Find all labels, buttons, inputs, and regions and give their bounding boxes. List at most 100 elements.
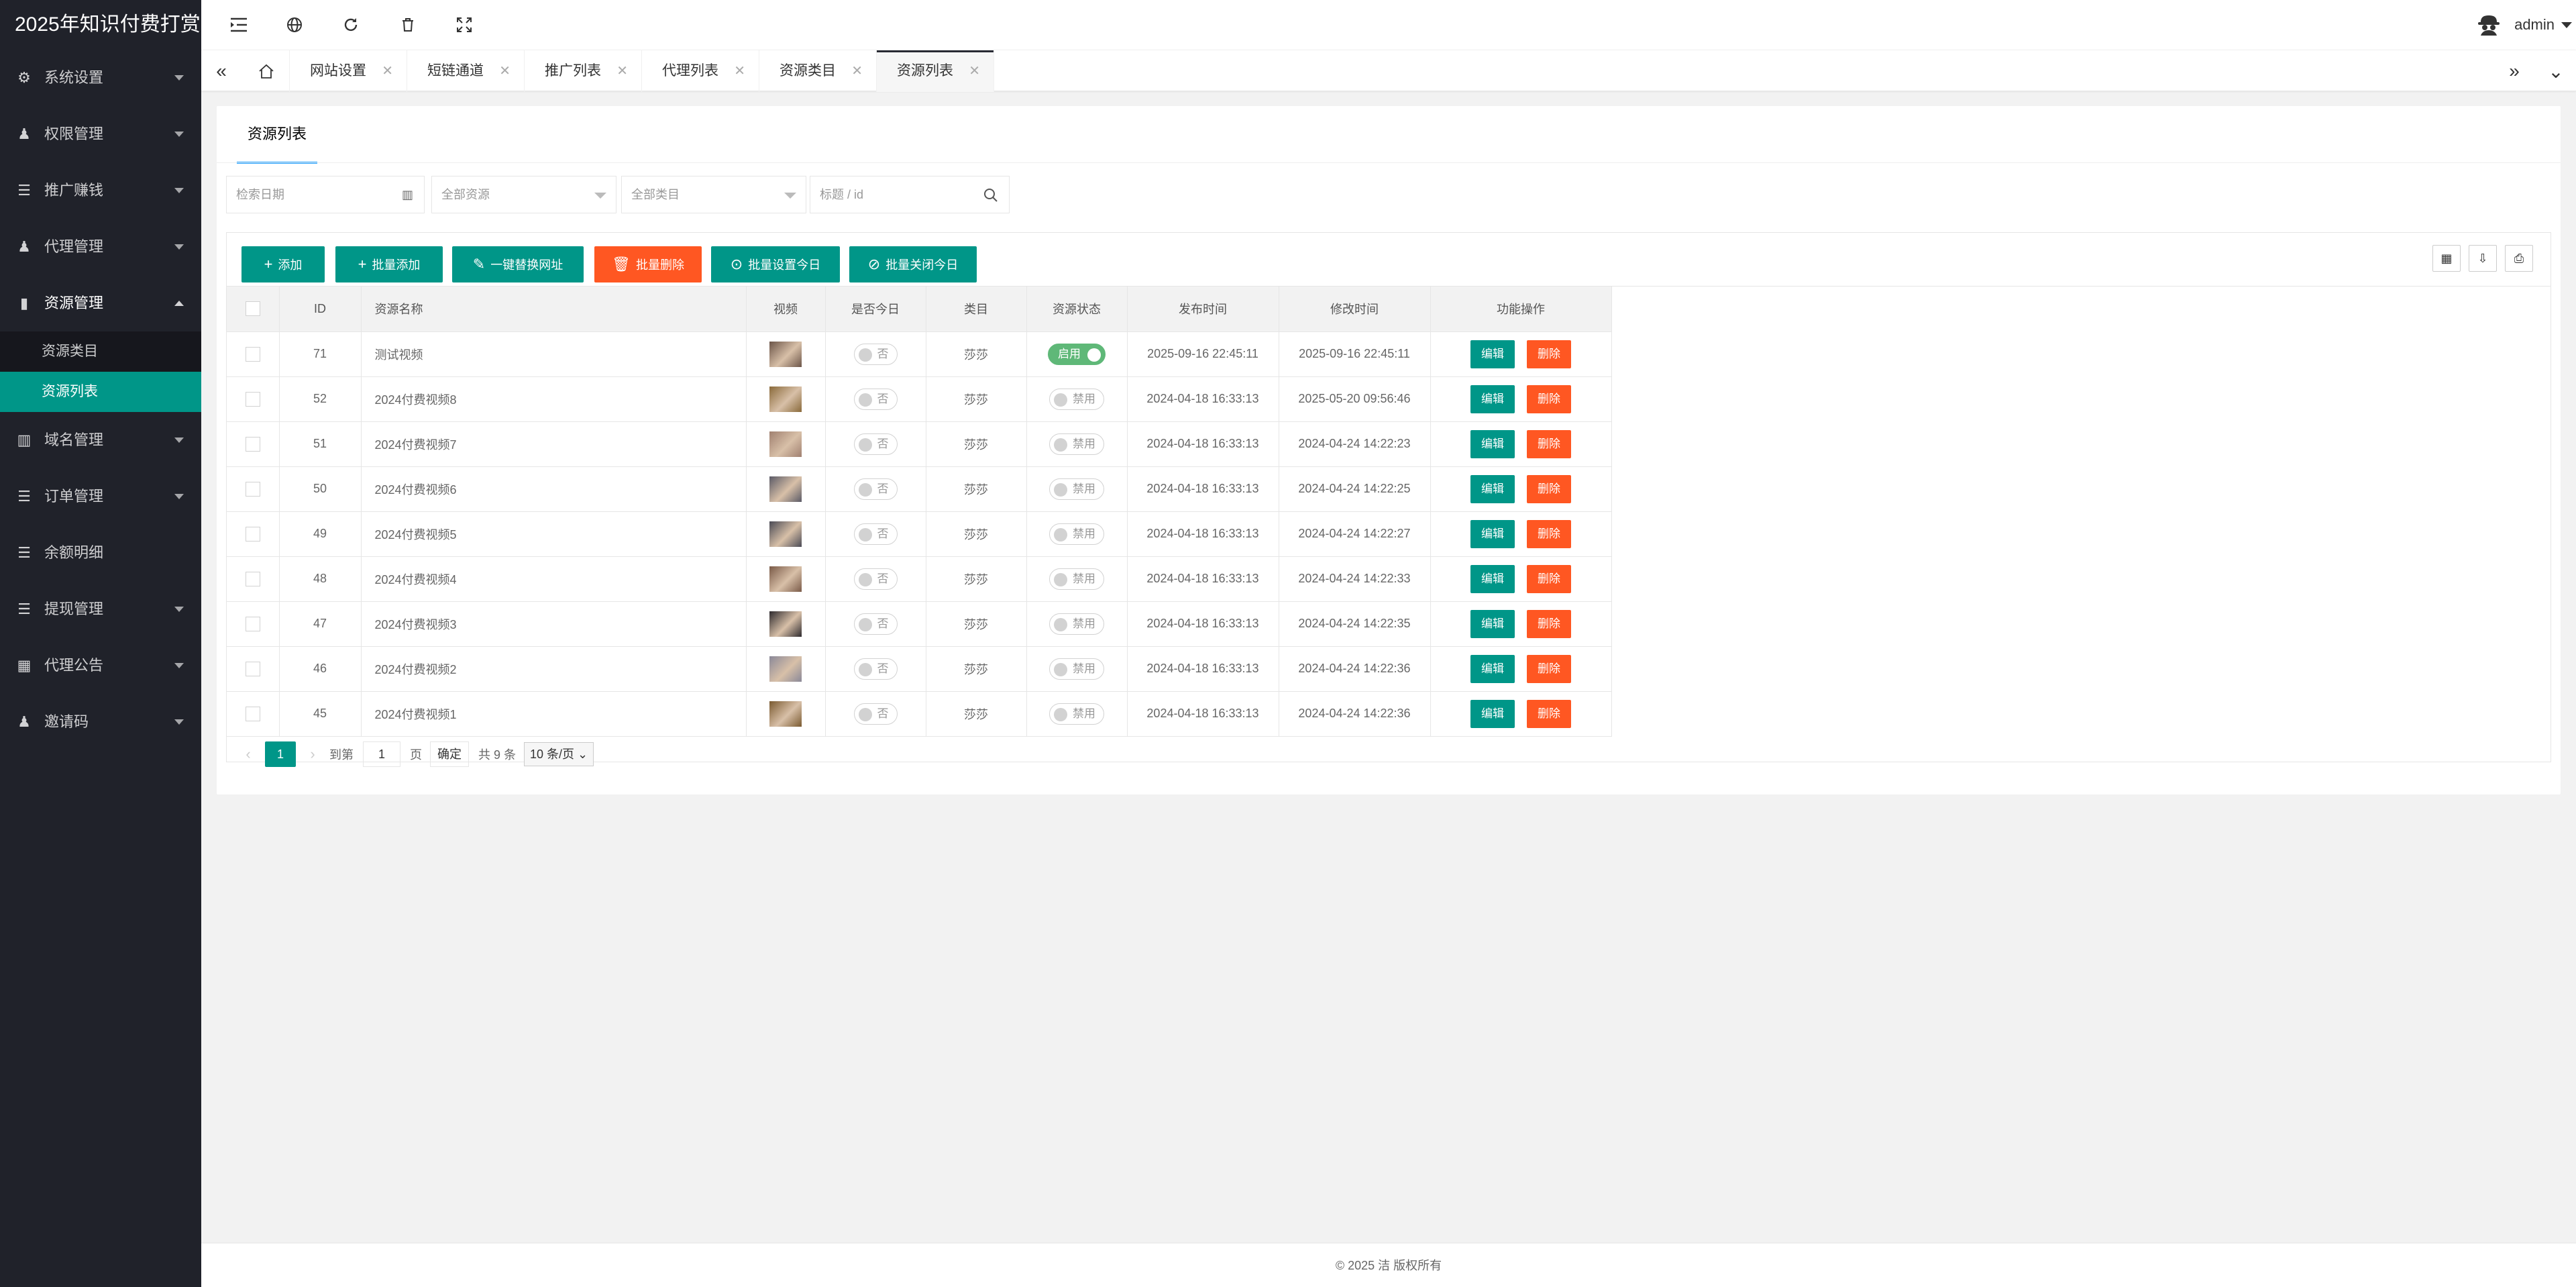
sidebar-item-orders[interactable]: ☰ 订单管理 (0, 468, 201, 525)
video-thumbnail[interactable] (769, 521, 802, 547)
column-header-today[interactable]: 是否今日 (825, 287, 926, 332)
today-toggle[interactable]: 否 (853, 343, 898, 365)
page-number-input[interactable]: 1 (363, 741, 400, 767)
today-toggle[interactable]: 否 (853, 388, 898, 410)
status-toggle[interactable]: 禁用 (1049, 568, 1104, 590)
globe-icon[interactable] (274, 0, 315, 50)
delete-button[interactable]: 删除 (1527, 340, 1571, 368)
delete-button[interactable]: 删除 (1527, 654, 1571, 683)
close-icon[interactable]: ✕ (969, 50, 980, 92)
close-icon[interactable]: ✕ (616, 50, 628, 92)
page-size-select[interactable]: 10 条/页 ⌄ (524, 742, 594, 766)
status-toggle[interactable]: 禁用 (1049, 658, 1104, 680)
sidebar-item-balance[interactable]: ☰ 余额明细 (0, 525, 201, 581)
columns-filter-icon[interactable]: ▦ (2432, 245, 2461, 272)
tabs-scroll-left-icon[interactable]: « (201, 50, 241, 92)
delete-button[interactable]: 删除 (1527, 519, 1571, 548)
video-thumbnail[interactable] (769, 476, 802, 502)
delete-button[interactable]: 删除 (1527, 699, 1571, 728)
confirm-page-button[interactable]: 确定 (430, 741, 469, 767)
status-toggle[interactable]: 禁用 (1049, 703, 1104, 725)
status-toggle[interactable]: 禁用 (1049, 613, 1104, 635)
sidebar-item-resources[interactable]: ▮ 资源管理 (0, 275, 201, 331)
tab-agent-list[interactable]: 代理列表 ✕ (642, 50, 759, 92)
delete-button[interactable]: 删除 (1527, 384, 1571, 413)
video-thumbnail[interactable] (769, 701, 802, 727)
sidebar-item-system-settings[interactable]: ⚙ 系统设置 (0, 50, 201, 106)
row-checkbox[interactable] (245, 661, 260, 676)
edit-button[interactable]: 编辑 (1470, 654, 1515, 683)
select-all-checkbox[interactable] (245, 301, 260, 317)
sidebar-item-promotion[interactable]: ☰ 推广赚钱 (0, 162, 201, 219)
column-header-video[interactable]: 视频 (746, 287, 826, 332)
batch-delete-button[interactable]: 🗑 批量删除 (594, 246, 702, 282)
date-filter-input[interactable]: 检索日期 ▥ (226, 176, 425, 213)
delete-button[interactable]: 删除 (1527, 429, 1571, 458)
today-toggle[interactable]: 否 (853, 613, 898, 635)
row-checkbox[interactable] (245, 391, 260, 407)
category-select[interactable]: 全部类目 (621, 176, 806, 213)
fullscreen-icon[interactable] (444, 0, 484, 50)
user-menu[interactable]: admin (2477, 0, 2572, 50)
status-toggle[interactable]: 禁用 (1049, 478, 1104, 500)
today-toggle[interactable]: 否 (853, 568, 898, 590)
close-icon[interactable]: ✕ (382, 50, 393, 92)
add-button[interactable]: + 添加 (241, 246, 325, 282)
column-header-modify-time[interactable]: 修改时间 (1279, 287, 1431, 332)
video-thumbnail[interactable] (769, 386, 802, 412)
tab-promotion-list[interactable]: 推广列表 ✕ (525, 50, 642, 92)
row-checkbox[interactable] (245, 616, 260, 631)
export-icon[interactable]: ⇩ (2469, 245, 2497, 272)
sidebar-item-agents[interactable]: ♟ 代理管理 (0, 219, 201, 275)
edit-button[interactable]: 编辑 (1470, 609, 1515, 638)
sidebar-item-withdrawals[interactable]: ☰ 提现管理 (0, 581, 201, 637)
today-toggle[interactable]: 否 (853, 658, 898, 680)
sidebar-item-permissions[interactable]: ♟ 权限管理 (0, 106, 201, 162)
print-icon[interactable]: ⎙ (2505, 245, 2533, 272)
close-icon[interactable]: ✕ (851, 50, 863, 92)
close-icon[interactable]: ✕ (734, 50, 745, 92)
edit-button[interactable]: 编辑 (1470, 429, 1515, 458)
tab-short-links[interactable]: 短链通道 ✕ (407, 50, 525, 92)
tabs-menu-chevron-icon[interactable]: ⌄ (2536, 50, 2576, 92)
status-toggle[interactable]: 禁用 (1049, 388, 1104, 410)
delete-button[interactable]: 删除 (1527, 564, 1571, 593)
sidebar-subitem-resource-categories[interactable]: 资源类目 (0, 331, 201, 372)
close-icon[interactable]: ✕ (499, 50, 511, 92)
edit-button[interactable]: 编辑 (1470, 699, 1515, 728)
trash-icon[interactable] (388, 0, 428, 50)
delete-button[interactable]: 删除 (1527, 609, 1571, 638)
edit-button[interactable]: 编辑 (1470, 564, 1515, 593)
prev-page-icon[interactable]: ‹ (238, 745, 258, 763)
edit-button[interactable]: 编辑 (1470, 519, 1515, 548)
video-thumbnail[interactable] (769, 341, 802, 367)
column-header-name[interactable]: 资源名称 (361, 287, 747, 332)
delete-button[interactable]: 删除 (1527, 474, 1571, 503)
batch-set-today-button[interactable]: ⊙ 批量设置今日 (711, 246, 840, 282)
column-header-id[interactable]: ID (279, 287, 362, 332)
row-checkbox[interactable] (245, 436, 260, 452)
current-page[interactable]: 1 (265, 741, 296, 767)
sidebar-item-invite-codes[interactable]: ♟ 邀请码 (0, 694, 201, 750)
edit-button[interactable]: 编辑 (1470, 340, 1515, 368)
tab-resource-categories[interactable]: 资源类目 ✕ (759, 50, 877, 92)
row-checkbox[interactable] (245, 481, 260, 497)
video-thumbnail[interactable] (769, 431, 802, 457)
column-header-publish-time[interactable]: 发布时间 (1127, 287, 1279, 332)
today-toggle[interactable]: 否 (853, 433, 898, 455)
edit-button[interactable]: 编辑 (1470, 384, 1515, 413)
column-header-category[interactable]: 类目 (926, 287, 1027, 332)
menu-fold-icon[interactable] (219, 0, 259, 50)
video-thumbnail[interactable] (769, 611, 802, 637)
edit-button[interactable]: 编辑 (1470, 474, 1515, 503)
row-checkbox[interactable] (245, 526, 260, 542)
tab-home[interactable] (243, 50, 290, 92)
tab-resource-list[interactable]: 资源列表 ✕ (877, 50, 994, 92)
replace-url-button[interactable]: ✎ 一键替换网址 (452, 246, 584, 282)
video-thumbnail[interactable] (769, 656, 802, 682)
today-toggle[interactable]: 否 (853, 523, 898, 545)
today-toggle[interactable]: 否 (853, 703, 898, 725)
batch-close-today-button[interactable]: ⊘ 批量关闭今日 (849, 246, 977, 282)
tabs-scroll-right-icon[interactable]: » (2494, 50, 2534, 92)
row-checkbox[interactable] (245, 571, 260, 586)
